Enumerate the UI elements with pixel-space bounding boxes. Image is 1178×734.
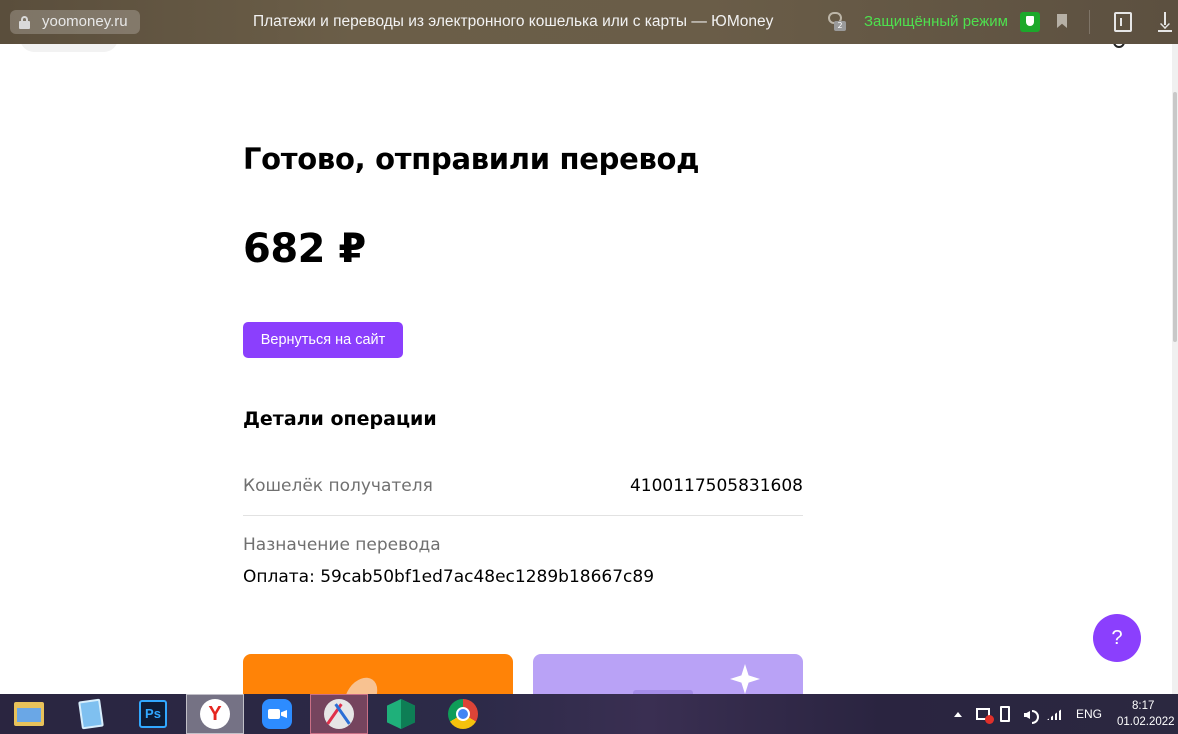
page-scrollbar[interactable] [1172, 44, 1178, 694]
clock-time[interactable]: 8:17 [1132, 700, 1154, 712]
box-icon [387, 699, 415, 729]
taskbar-chrome[interactable] [434, 694, 492, 734]
details-divider [243, 515, 803, 516]
taskbar: Ps Y ENG 8:17 01.02.2022 [0, 694, 1178, 734]
transfer-amount: 682 ₽ [243, 226, 366, 272]
taskbar-file-explorer[interactable] [0, 694, 58, 734]
header-button[interactable] [20, 44, 118, 52]
url-text[interactable]: yoomoney.ru [42, 13, 128, 30]
bookmark-icon[interactable] [1057, 14, 1067, 28]
recipient-wallet-value: 4100117505831608 [629, 476, 803, 496]
toolbar-divider [1089, 10, 1090, 34]
extension-badge: 2 [834, 21, 846, 31]
chrome-icon [448, 699, 478, 729]
notepad-icon [78, 698, 104, 730]
details-heading: Детали операции [243, 408, 437, 430]
sparkle-icon [730, 664, 760, 694]
help-button[interactable]: ? [1093, 614, 1141, 662]
taskbar-yandex-browser[interactable]: Y [186, 694, 244, 734]
recipient-wallet-label: Кошелёк получателя [243, 476, 433, 496]
page-content: Готово, отправили перевод 682 ₽ Вернутьс… [0, 44, 1172, 694]
extension-icon[interactable]: 2 [828, 12, 846, 31]
show-hidden-icons-chevron-up-icon[interactable] [954, 694, 964, 734]
volume-icon[interactable] [1024, 708, 1039, 724]
taskbar-zoom[interactable] [248, 694, 306, 734]
promo-card-purple[interactable] [533, 654, 803, 694]
taskbar-photoshop[interactable]: Ps [124, 694, 182, 734]
browser-toolbar: yoomoney.ru Платежи и переводы из электр… [0, 0, 1178, 44]
photoshop-icon: Ps [139, 700, 167, 728]
clock-date[interactable]: 01.02.2022 [1117, 716, 1175, 728]
folder-icon [14, 702, 44, 726]
download-icon[interactable] [1158, 12, 1172, 32]
address-bar[interactable]: yoomoney.ru [10, 10, 140, 34]
return-to-site-button[interactable]: Вернуться на сайт [243, 322, 403, 358]
purpose-label: Назначение перевода [243, 535, 441, 555]
zoom-icon [262, 699, 292, 729]
taskbar-snipping-tool[interactable] [310, 694, 368, 734]
shield-icon[interactable] [1020, 12, 1040, 32]
promo-card-orange[interactable] [243, 654, 513, 694]
signal-icon[interactable] [1047, 708, 1063, 720]
page-title: Готово, отправили перевод [243, 142, 700, 176]
battery-icon[interactable] [1000, 706, 1010, 722]
taskbar-package-app[interactable] [372, 694, 430, 734]
taskbar-notepad[interactable] [62, 694, 120, 734]
scissors-icon [324, 699, 354, 729]
purpose-value: Оплата: 59cab50bf1ed7ac48ec1289b18667c89 [243, 567, 655, 587]
reader-mode-icon[interactable] [1114, 12, 1132, 32]
tab-title: Платежи и переводы из электронного кошел… [253, 13, 774, 30]
protected-mode-label[interactable]: Защищённый режим [864, 13, 1008, 30]
network-disconnected-icon[interactable] [976, 708, 994, 724]
language-indicator[interactable]: ENG [1076, 707, 1102, 721]
lock-icon [19, 16, 30, 29]
search-icon[interactable] [1113, 44, 1125, 48]
yandex-browser-icon: Y [200, 699, 230, 729]
rocket-illustration [338, 671, 384, 694]
scrollbar-thumb[interactable] [1173, 92, 1177, 342]
